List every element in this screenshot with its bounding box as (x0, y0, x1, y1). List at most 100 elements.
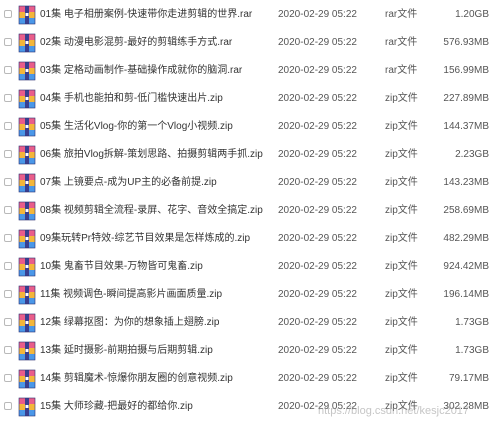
file-name[interactable]: 04集 手机也能拍和剪-低门槛快速出片.zip (40, 92, 272, 106)
file-date: 2020-02-29 05:22 (278, 93, 357, 104)
archive-icon (18, 173, 36, 193)
file-size: 143.23MB (443, 177, 489, 188)
file-name[interactable]: 01集 电子相册案例-快速带你走进剪辑的世界.rar (40, 8, 272, 22)
row-checkbox[interactable] (4, 94, 12, 102)
row-checkbox[interactable] (4, 178, 12, 186)
file-row[interactable]: 12集 绿幕抠图：为你的想象插上翅膀.zip 2020-02-29 05:22 zi… (0, 309, 499, 337)
file-size: 1.73GB (455, 345, 489, 356)
file-type: rar文件 (385, 9, 418, 20)
file-date: 2020-02-29 05:22 (278, 177, 357, 188)
file-size: 576.93MB (443, 37, 489, 48)
file-row[interactable]: 14集 剪辑魔术-惊爆你朋友圈的创意视频.zip 2020-02-29 05:22… (0, 365, 499, 393)
file-type: zip文件 (385, 121, 418, 132)
file-date: 2020-02-29 05:22 (278, 37, 357, 48)
file-name[interactable]: 13集 延时摄影-前期拍摄与后期剪辑.zip (40, 344, 272, 358)
archive-icon (18, 33, 36, 53)
file-name[interactable]: 15集 大师珍藏-把最好的都给你.zip (40, 400, 272, 414)
file-row[interactable]: 03集 定格动画制作-基础操作成就你的脑洞.rar 2020-02-29 05:2… (0, 57, 499, 85)
archive-icon (18, 201, 36, 221)
file-type: zip文件 (385, 317, 418, 328)
file-date: 2020-02-29 05:22 (278, 65, 357, 76)
watermark-text: https://blog.csdn.net/kesjc2017 (318, 405, 470, 417)
row-checkbox[interactable] (4, 150, 12, 158)
file-type: zip文件 (385, 373, 418, 384)
file-row[interactable]: 01集 电子相册案例-快速带你走进剪辑的世界.rar 2020-02-29 05:… (0, 1, 499, 29)
file-row[interactable]: 05集 生活化Vlog-你的第一个Vlog小视频.zip 2020-02-29 0… (0, 113, 499, 141)
file-type: rar文件 (385, 65, 418, 76)
file-name[interactable]: 03集 定格动画制作-基础操作成就你的脑洞.rar (40, 64, 272, 78)
file-size: 258.69MB (443, 205, 489, 216)
file-size: 924.42MB (443, 261, 489, 272)
row-checkbox[interactable] (4, 262, 12, 270)
row-checkbox[interactable] (4, 346, 12, 354)
file-row[interactable]: 08集 视频剪辑全流程-录屏、花字、音效全搞定.zip 2020-02-29 05… (0, 197, 499, 225)
row-checkbox[interactable] (4, 318, 12, 326)
file-row[interactable]: 10集 鬼畜节目效果-万物皆可鬼畜.zip 2020-02-29 05:22 zip… (0, 253, 499, 281)
file-size: 156.99MB (443, 65, 489, 76)
file-row[interactable]: 07集 上镜要点-成为UP主的必备前提.zip 2020-02-29 05:22 z… (0, 169, 499, 197)
file-type: zip文件 (385, 149, 418, 160)
file-date: 2020-02-29 05:22 (278, 149, 357, 160)
file-type: rar文件 (385, 37, 418, 48)
archive-icon (18, 397, 36, 417)
archive-icon (18, 5, 36, 25)
row-checkbox[interactable] (4, 374, 12, 382)
archive-icon (18, 257, 36, 277)
file-type: zip文件 (385, 233, 418, 244)
file-name[interactable]: 07集 上镜要点-成为UP主的必备前提.zip (40, 176, 272, 190)
file-name[interactable]: 10集 鬼畜节目效果-万物皆可鬼畜.zip (40, 260, 272, 274)
row-checkbox[interactable] (4, 206, 12, 214)
archive-icon (18, 89, 36, 109)
file-name[interactable]: 02集 动漫电影混剪-最好的剪辑练手方式.rar (40, 36, 272, 50)
row-checkbox[interactable] (4, 38, 12, 46)
file-name[interactable]: 09集玩转Pr特效-综艺节目效果是怎样炼成的.zip (40, 232, 272, 246)
file-row[interactable]: 09集玩转Pr特效-综艺节目效果是怎样炼成的.zip 2020-02-29 05:… (0, 225, 499, 253)
file-name[interactable]: 14集 剪辑魔术-惊爆你朋友圈的创意视频.zip (40, 372, 272, 386)
archive-icon (18, 341, 36, 361)
file-name[interactable]: 11集 视频调色-瞬间提高影片画面质量.zip (40, 288, 272, 302)
file-row[interactable]: 04集 手机也能拍和剪-低门槛快速出片.zip 2020-02-29 05:22 z… (0, 85, 499, 113)
file-size: 2.23GB (455, 149, 489, 160)
file-date: 2020-02-29 05:22 (278, 121, 357, 132)
row-checkbox[interactable] (4, 402, 12, 410)
file-row[interactable]: 11集 视频调色-瞬间提高影片画面质量.zip 2020-02-29 05:22 z… (0, 281, 499, 309)
file-size: 79.17MB (448, 373, 489, 384)
file-size: 482.29MB (443, 233, 489, 244)
file-type: zip文件 (385, 345, 418, 356)
archive-icon (18, 145, 36, 165)
archive-icon (18, 369, 36, 389)
file-date: 2020-02-29 05:22 (278, 289, 357, 300)
archive-icon (18, 117, 36, 137)
file-name[interactable]: 05集 生活化Vlog-你的第一个Vlog小视频.zip (40, 120, 272, 134)
file-type: zip文件 (385, 261, 418, 272)
row-checkbox[interactable] (4, 234, 12, 242)
file-type: zip文件 (385, 93, 418, 104)
file-size: 227.89MB (443, 93, 489, 104)
file-size: 196.14MB (443, 289, 489, 300)
file-size: 144.37MB (443, 121, 489, 132)
file-name[interactable]: 12集 绿幕抠图：为你的想象插上翅膀.zip (40, 316, 272, 330)
file-date: 2020-02-29 05:22 (278, 373, 357, 384)
archive-icon (18, 313, 36, 333)
file-row[interactable]: 06集 旅拍Vlog拆解-策划思路、拍摄剪辑两手抓.zip 2020-02-29 … (0, 141, 499, 169)
archive-icon (18, 229, 36, 249)
file-date: 2020-02-29 05:22 (278, 9, 357, 20)
file-type: zip文件 (385, 289, 418, 300)
file-date: 2020-02-29 05:22 (278, 205, 357, 216)
row-checkbox[interactable] (4, 10, 12, 18)
file-date: 2020-02-29 05:22 (278, 345, 357, 356)
row-checkbox[interactable] (4, 290, 12, 298)
file-type: zip文件 (385, 205, 418, 216)
archive-icon (18, 61, 36, 81)
file-date: 2020-02-29 05:22 (278, 261, 357, 272)
file-date: 2020-02-29 05:22 (278, 233, 357, 244)
file-name[interactable]: 08集 视频剪辑全流程-录屏、花字、音效全搞定.zip (40, 204, 272, 218)
row-checkbox[interactable] (4, 122, 12, 130)
file-row[interactable]: 02集 动漫电影混剪-最好的剪辑练手方式.rar 2020-02-29 05:22… (0, 29, 499, 57)
file-name[interactable]: 06集 旅拍Vlog拆解-策划思路、拍摄剪辑两手抓.zip (40, 148, 272, 162)
file-size: 1.20GB (455, 9, 489, 20)
file-date: 2020-02-29 05:22 (278, 317, 357, 328)
file-size: 1.73GB (455, 317, 489, 328)
row-checkbox[interactable] (4, 66, 12, 74)
file-row[interactable]: 13集 延时摄影-前期拍摄与后期剪辑.zip 2020-02-29 05:22 zi… (0, 337, 499, 365)
